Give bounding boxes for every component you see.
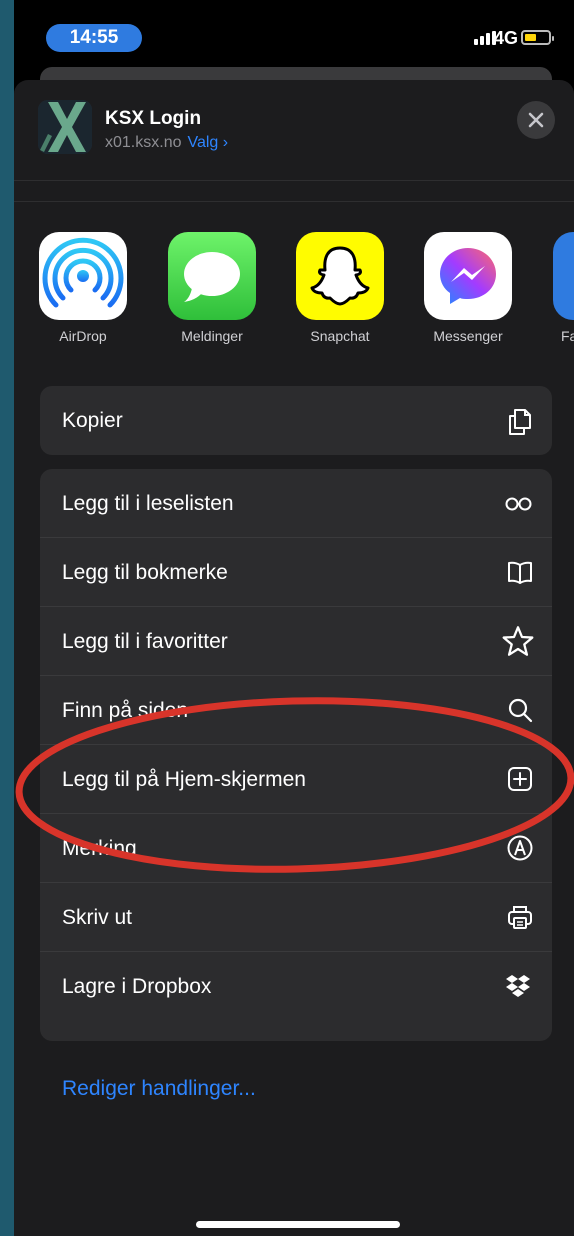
- search-icon: [508, 698, 533, 723]
- action-label: Merking: [62, 837, 137, 860]
- share-app-label: Messenger: [433, 328, 503, 344]
- action-add-to-home-screen[interactable]: Legg til på Hjem-skjermen: [40, 745, 552, 814]
- action-label: Skriv ut: [62, 906, 133, 929]
- edit-actions-link[interactable]: Rediger handlinger...: [62, 1077, 256, 1101]
- copy-group: Kopier: [40, 386, 552, 455]
- plus-square-icon: [508, 767, 532, 791]
- action-label: Legg til på Hjem-skjermen: [62, 768, 306, 791]
- options-link[interactable]: Valg ›: [187, 134, 228, 151]
- share-sheet: KSX Login x01.ksx.no Valg › AirDrop Meld…: [14, 80, 574, 1236]
- share-app-label: Snapchat: [310, 328, 370, 344]
- share-app-row: AirDrop Meldinger Snapchat Messenger Fa: [14, 232, 574, 352]
- action-markup[interactable]: Merking: [40, 814, 552, 883]
- dropbox-icon: [506, 975, 530, 997]
- airdrop-icon: [39, 232, 127, 320]
- close-icon: [528, 112, 544, 128]
- action-save-to-dropbox[interactable]: Lagre i Dropbox: [40, 952, 552, 1021]
- url-text: x01.ksx.no: [105, 134, 182, 151]
- status-time: 14:55: [46, 24, 142, 52]
- action-label: Kopier: [62, 409, 123, 432]
- glasses-icon: [505, 497, 532, 511]
- action-find-on-page[interactable]: Finn på siden: [40, 676, 552, 745]
- phone-screen: 14:55 4G KSX Login x01.ksx.no Valg › Air…: [14, 0, 574, 1236]
- actions-group: Legg til i leselisten Legg til bokmerke …: [40, 469, 552, 1041]
- page-title: KSX Login: [105, 108, 202, 129]
- action-print[interactable]: Skriv ut: [40, 883, 552, 952]
- share-app-messenger[interactable]: Messenger: [416, 232, 520, 344]
- printer-icon: [508, 906, 532, 929]
- action-reading-list[interactable]: Legg til i leselisten: [40, 469, 552, 538]
- share-app-messages[interactable]: Meldinger: [160, 232, 264, 344]
- share-app-facebook[interactable]: Fa: [544, 232, 574, 344]
- copy-icon: [509, 409, 531, 435]
- markup-icon: [507, 835, 533, 861]
- page-url: x01.ksx.no Valg ›: [105, 134, 228, 152]
- facebook-icon: [553, 232, 574, 320]
- action-label: Finn på siden: [62, 699, 189, 722]
- status-bar: 14:55 4G: [14, 0, 574, 60]
- header-divider: [14, 201, 574, 202]
- book-icon: [508, 561, 532, 584]
- share-app-airdrop[interactable]: AirDrop: [31, 232, 135, 344]
- close-button[interactable]: [517, 101, 555, 139]
- snapchat-icon: [296, 232, 384, 320]
- share-header: KSX Login x01.ksx.no Valg ›: [14, 80, 574, 181]
- share-app-snapchat[interactable]: Snapchat: [288, 232, 392, 344]
- home-indicator: [196, 1221, 400, 1228]
- action-bookmark[interactable]: Legg til bokmerke: [40, 538, 552, 607]
- share-app-label: Meldinger: [181, 328, 243, 344]
- share-app-label: Fa: [561, 328, 574, 344]
- action-label: Lagre i Dropbox: [62, 975, 212, 998]
- action-label: Legg til bokmerke: [62, 561, 228, 584]
- star-icon: [502, 626, 534, 656]
- network-type: 4G: [494, 28, 519, 48]
- action-favorites[interactable]: Legg til i favoritter: [40, 607, 552, 676]
- signal-icon: [474, 31, 496, 45]
- action-label: Legg til i favoritter: [62, 630, 228, 653]
- battery-icon: [521, 30, 554, 45]
- action-copy[interactable]: Kopier: [40, 386, 552, 455]
- action-label: Legg til i leselisten: [62, 492, 234, 515]
- site-icon: [38, 100, 92, 154]
- messages-icon: [168, 232, 256, 320]
- share-app-label: AirDrop: [59, 328, 107, 344]
- messenger-icon: [424, 232, 512, 320]
